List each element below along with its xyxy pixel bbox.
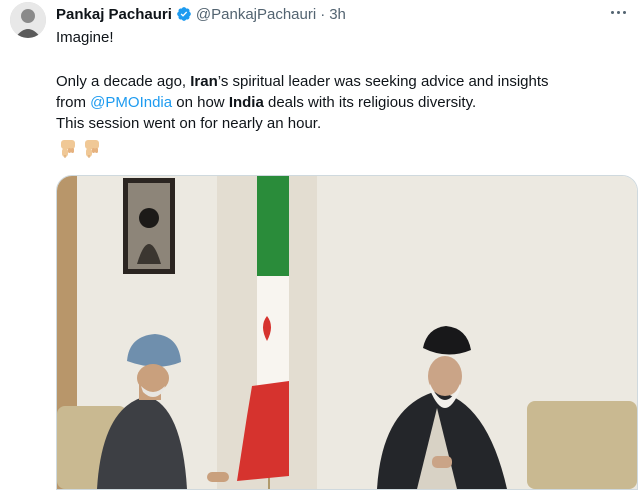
body-text: from [56, 94, 91, 111]
tweet-text-line1: Imagine! [56, 29, 114, 46]
body-bold-india: India [228, 94, 264, 111]
more-options-icon[interactable] [606, 2, 630, 22]
pointing-down-emoji-icon [85, 140, 99, 158]
tweet-timestamp[interactable]: 3h [329, 6, 346, 23]
tweet-photo[interactable] [56, 175, 638, 490]
mention-link[interactable]: @PMOIndia [90, 94, 172, 111]
separator-dot: · [320, 5, 326, 23]
tweet-body: Only a decade ago, Iran’s spiritual lead… [56, 71, 626, 134]
author-name[interactable]: Pankaj Pachauri [56, 6, 172, 23]
body-text: on how [172, 94, 229, 111]
author-handle[interactable]: @PankajPachauri [196, 6, 316, 23]
verified-badge-icon [177, 7, 191, 21]
author-avatar[interactable] [10, 2, 46, 38]
body-text: This session went on for nearly an hour. [56, 115, 322, 132]
pointing-down-emoji-icon [61, 140, 75, 158]
body-text: ’s spiritual leader was seeking advice a… [217, 73, 549, 90]
body-bold-iran: Iran [190, 73, 218, 90]
body-text: deals with its religious diversity. [263, 94, 477, 111]
tweet-header: Pankaj Pachauri @PankajPachauri · 3h [56, 4, 630, 24]
body-text: Only a decade ago, [56, 73, 191, 90]
emoji-row [58, 138, 102, 160]
